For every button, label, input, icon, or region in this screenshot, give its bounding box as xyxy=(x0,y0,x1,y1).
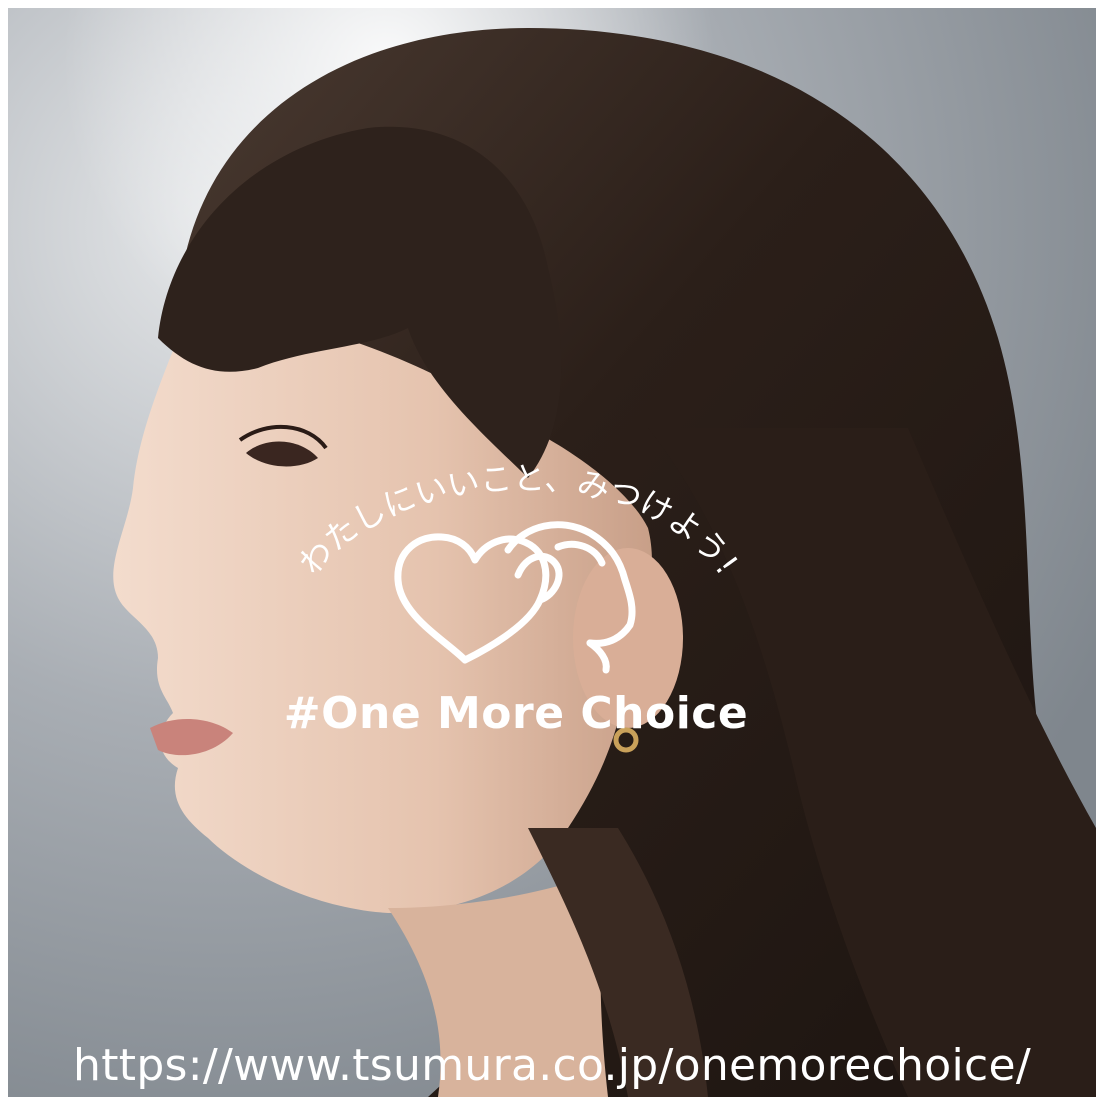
campaign-url[interactable]: https://www.tsumura.co.jp/onemorechoice/ xyxy=(0,1040,1104,1091)
campaign-hashtag: #One More Choice xyxy=(283,688,749,739)
poster-frame: わたしにいいこと、みつけよう! #One More Choice https:/… xyxy=(0,0,1104,1105)
